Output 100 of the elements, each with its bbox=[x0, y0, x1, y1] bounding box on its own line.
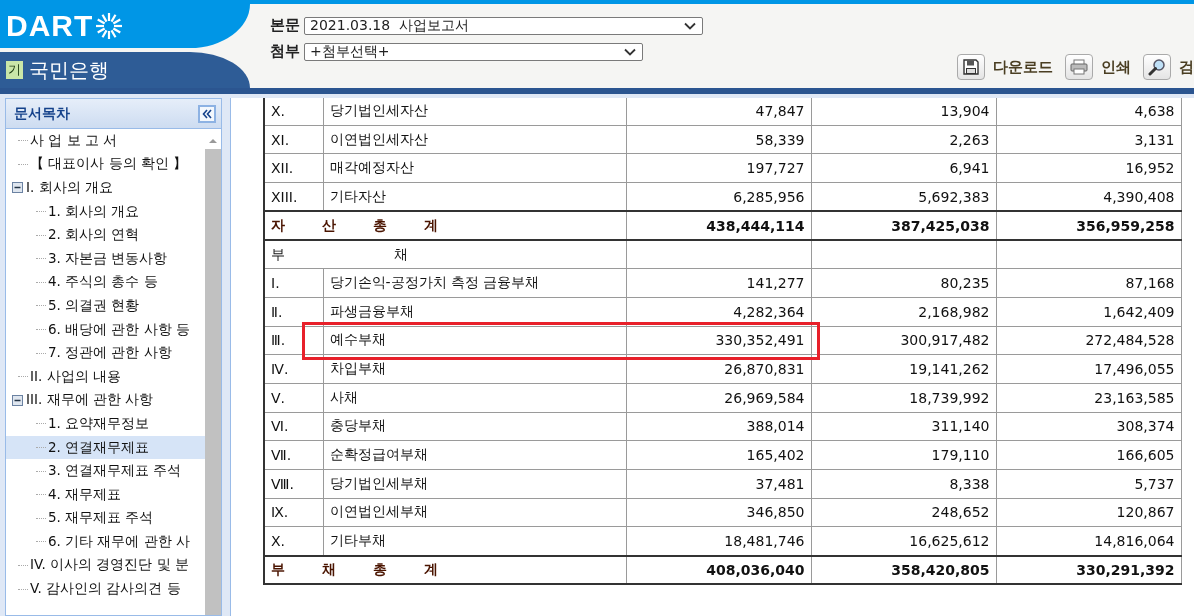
table-cell: Ⅰ. bbox=[264, 268, 323, 298]
tree-item[interactable]: V. 감사인의 감사의견 등 bbox=[6, 577, 205, 601]
table-cell: 87,168 bbox=[996, 268, 1181, 298]
tree-item[interactable]: IV. 이사의 경영진단 및 분 bbox=[6, 553, 205, 578]
table-cell: 충당부채 bbox=[323, 412, 626, 441]
table-cell: 346,850 bbox=[626, 498, 811, 527]
tree-item[interactable]: 6. 기타 재무에 관한 사 bbox=[6, 530, 205, 554]
tree-item[interactable]: 2. 연결재무제표 bbox=[6, 435, 205, 460]
table-cell: Ⅳ. bbox=[264, 354, 323, 384]
tree-item[interactable]: 1. 요약재무정보 bbox=[6, 412, 205, 436]
table-cell: XIII. bbox=[264, 182, 323, 212]
table-cell: 16,952 bbox=[996, 153, 1181, 183]
table-cell: 356,959,258 bbox=[996, 211, 1181, 240]
table-cell: 17,496,055 bbox=[996, 354, 1181, 384]
table-cell: 330,352,491 bbox=[626, 326, 811, 355]
table-cell: 이연법인세자산 bbox=[323, 125, 626, 154]
company-name: 국민은행 bbox=[29, 56, 109, 84]
table-cell: 26,870,831 bbox=[626, 354, 811, 384]
table-cell: Ⅱ. bbox=[264, 297, 323, 326]
table-cell: Ⅵ. bbox=[264, 412, 323, 441]
table-cell: 당기법인세부채 bbox=[323, 469, 626, 499]
tree-item[interactable]: 【 대표이사 등의 확인 】 bbox=[6, 152, 205, 177]
table-cell: 165,402 bbox=[626, 440, 811, 470]
toolbar-button[interactable]: 인쇄 bbox=[1065, 54, 1131, 80]
minus-box-icon[interactable] bbox=[12, 182, 23, 194]
table-cell: 1,642,409 bbox=[996, 297, 1181, 326]
table-cell: Ⅷ. bbox=[264, 469, 323, 499]
table-cell: 37,481 bbox=[626, 469, 811, 499]
table-cell: 80,235 bbox=[811, 268, 996, 298]
tree-item[interactable]: 5. 재무제표 주석 bbox=[6, 506, 205, 531]
table-cell: 166,605 bbox=[996, 440, 1181, 470]
search-icon bbox=[1148, 58, 1166, 76]
table-cell: Ⅲ. bbox=[264, 326, 323, 355]
panel-title: 문서목차 bbox=[14, 104, 70, 123]
table-cell: 388,014 bbox=[626, 412, 811, 441]
table-cell: X. bbox=[264, 526, 323, 556]
table-cell: 18,739,992 bbox=[811, 383, 996, 413]
document-select[interactable]: 2021.03.18 사업보고서 bbox=[304, 16, 703, 35]
table-cell: Ⅶ. bbox=[264, 440, 323, 470]
table-cell: 4,282,364 bbox=[626, 297, 811, 326]
table-cell: 311,140 bbox=[811, 412, 996, 441]
table-cell: 4,638 bbox=[996, 98, 1181, 126]
table-cell: 179,110 bbox=[811, 440, 996, 470]
table-cell: 26,969,584 bbox=[626, 383, 811, 413]
toolbar-button[interactable]: 다운로드 bbox=[957, 54, 1053, 80]
table-cell: 6,941 bbox=[811, 153, 996, 183]
table-cell: 5,737 bbox=[996, 469, 1181, 499]
tree-item[interactable]: 1. 회사의 개요 bbox=[6, 199, 205, 224]
table-cell: 2,263 bbox=[811, 125, 996, 154]
table-cell: 308,374 bbox=[996, 412, 1181, 441]
table-cell: 부 채 bbox=[264, 239, 626, 269]
table-cell: 2,168,982 bbox=[811, 297, 996, 326]
table-cell: 120,867 bbox=[996, 498, 1181, 527]
table-cell: 358,420,805 bbox=[811, 555, 996, 585]
scroll-up-icon[interactable] bbox=[208, 137, 218, 145]
table-cell: 순확정급여부채 bbox=[323, 440, 626, 470]
table-cell: 248,652 bbox=[811, 498, 996, 527]
market-badge: 기 bbox=[6, 61, 23, 79]
table-cell: 408,036,040 bbox=[626, 555, 811, 585]
table-cell: 이연법인세부채 bbox=[323, 498, 626, 527]
tree-item[interactable]: 4. 재무제표 bbox=[6, 482, 205, 507]
table-cell: Ⅴ. bbox=[264, 383, 323, 413]
table-cell: 387,425,038 bbox=[811, 211, 996, 240]
field-label: 첨부 bbox=[270, 42, 300, 61]
table-cell: 당기손익-공정가치 측정 금융부채 bbox=[323, 268, 626, 298]
table-cell: X. bbox=[264, 98, 323, 126]
table-cell: 자 산 총 계 bbox=[264, 211, 626, 240]
tree-item[interactable]: 2. 회사의 연혁 bbox=[6, 223, 205, 247]
tree-item[interactable]: I. 회사의 개요 bbox=[6, 176, 205, 200]
table-cell: XII. bbox=[264, 153, 323, 183]
tree-item[interactable]: 5. 의결권 현황 bbox=[6, 294, 205, 318]
table-cell: XI. bbox=[264, 125, 323, 154]
attachment-select[interactable]: +첨부선택+ bbox=[304, 42, 643, 61]
table-cell: 58,339 bbox=[626, 125, 811, 154]
table-cell: 438,444,114 bbox=[626, 211, 811, 240]
tree-item[interactable]: 3. 자본금 변동사항 bbox=[6, 246, 205, 271]
table-cell: 8,338 bbox=[811, 469, 996, 499]
minus-box-icon[interactable] bbox=[12, 394, 23, 406]
field-label: 본문 bbox=[270, 16, 300, 35]
table-cell: 13,904 bbox=[811, 98, 996, 126]
table-cell: 파생금융부채 bbox=[323, 297, 626, 326]
tree-item[interactable]: II. 사업의 내용 bbox=[6, 364, 205, 389]
table-cell: 사채 bbox=[323, 383, 626, 413]
table-cell: 부 채 총 계 bbox=[264, 555, 626, 585]
table-cell: 23,163,585 bbox=[996, 383, 1181, 413]
table-cell: 3,131 bbox=[996, 125, 1181, 154]
table-cell: 272,484,528 bbox=[996, 326, 1181, 355]
collapse-icon[interactable] bbox=[198, 104, 216, 123]
table-cell: 19,141,262 bbox=[811, 354, 996, 384]
table-cell: 당기법인세자산 bbox=[323, 98, 626, 126]
table-cell: 197,727 bbox=[626, 153, 811, 183]
tree-item[interactable]: 4. 주식의 총수 등 bbox=[6, 270, 205, 295]
tree-item[interactable]: 사 업 보 고 서 bbox=[6, 129, 205, 153]
tree-item[interactable]: 6. 배당에 관한 사항 등 bbox=[6, 317, 205, 342]
tree-item[interactable]: III. 재무에 관한 사항 bbox=[6, 388, 205, 413]
tree-item[interactable]: 3. 연결재무제표 주석 bbox=[6, 459, 205, 483]
printer-icon bbox=[1070, 59, 1088, 75]
sunburst-icon bbox=[95, 12, 124, 40]
tree-item[interactable]: 7. 정관에 관한 사항 bbox=[6, 341, 205, 365]
table-cell: 매각예정자산 bbox=[323, 153, 626, 183]
